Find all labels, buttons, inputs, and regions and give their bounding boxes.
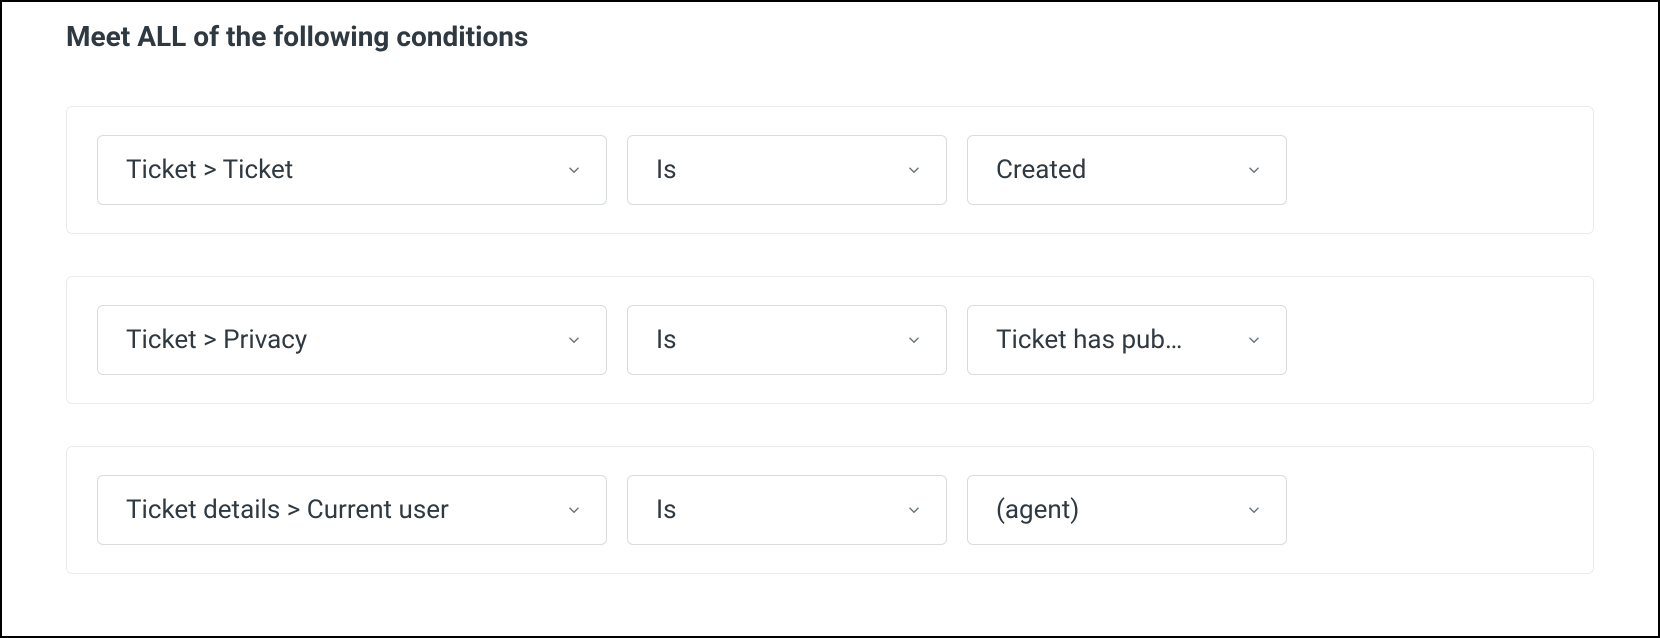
select-value-label: Is xyxy=(656,155,689,185)
condition-subject-select[interactable]: Ticket > Privacy xyxy=(97,305,607,375)
section-title: Meet ALL of the following conditions xyxy=(66,20,1594,54)
condition-value-select[interactable]: Ticket has pub… xyxy=(967,305,1287,375)
conditions-section: Meet ALL of the following conditions Tic… xyxy=(2,2,1658,574)
condition-value-select[interactable]: (agent) xyxy=(967,475,1287,545)
chevron-down-icon xyxy=(1244,500,1264,520)
condition-subject-select[interactable]: Ticket > Ticket xyxy=(97,135,607,205)
select-value-label: Is xyxy=(656,325,689,355)
condition-operator-select[interactable]: Is xyxy=(627,135,947,205)
select-value-label: Ticket > Ticket xyxy=(126,155,305,185)
condition-value-select[interactable]: Created xyxy=(967,135,1287,205)
chevron-down-icon xyxy=(904,160,924,180)
select-value-label: (agent) xyxy=(996,495,1091,525)
condition-subject-select[interactable]: Ticket details > Current user xyxy=(97,475,607,545)
chevron-down-icon xyxy=(904,330,924,350)
select-value-label: Ticket details > Current user xyxy=(126,495,461,525)
chevron-down-icon xyxy=(564,500,584,520)
condition-row: Ticket details > Current user Is (agent) xyxy=(66,446,1594,574)
select-value-label: Created xyxy=(996,155,1098,185)
condition-operator-select[interactable]: Is xyxy=(627,475,947,545)
condition-row: Ticket > Ticket Is Created xyxy=(66,106,1594,234)
select-value-label: Ticket has pub… xyxy=(996,325,1194,355)
select-value-label: Is xyxy=(656,495,689,525)
condition-row: Ticket > Privacy Is Ticket has pub… xyxy=(66,276,1594,404)
chevron-down-icon xyxy=(904,500,924,520)
condition-operator-select[interactable]: Is xyxy=(627,305,947,375)
chevron-down-icon xyxy=(1244,160,1264,180)
chevron-down-icon xyxy=(1244,330,1264,350)
chevron-down-icon xyxy=(564,330,584,350)
select-value-label: Ticket > Privacy xyxy=(126,325,319,355)
chevron-down-icon xyxy=(564,160,584,180)
